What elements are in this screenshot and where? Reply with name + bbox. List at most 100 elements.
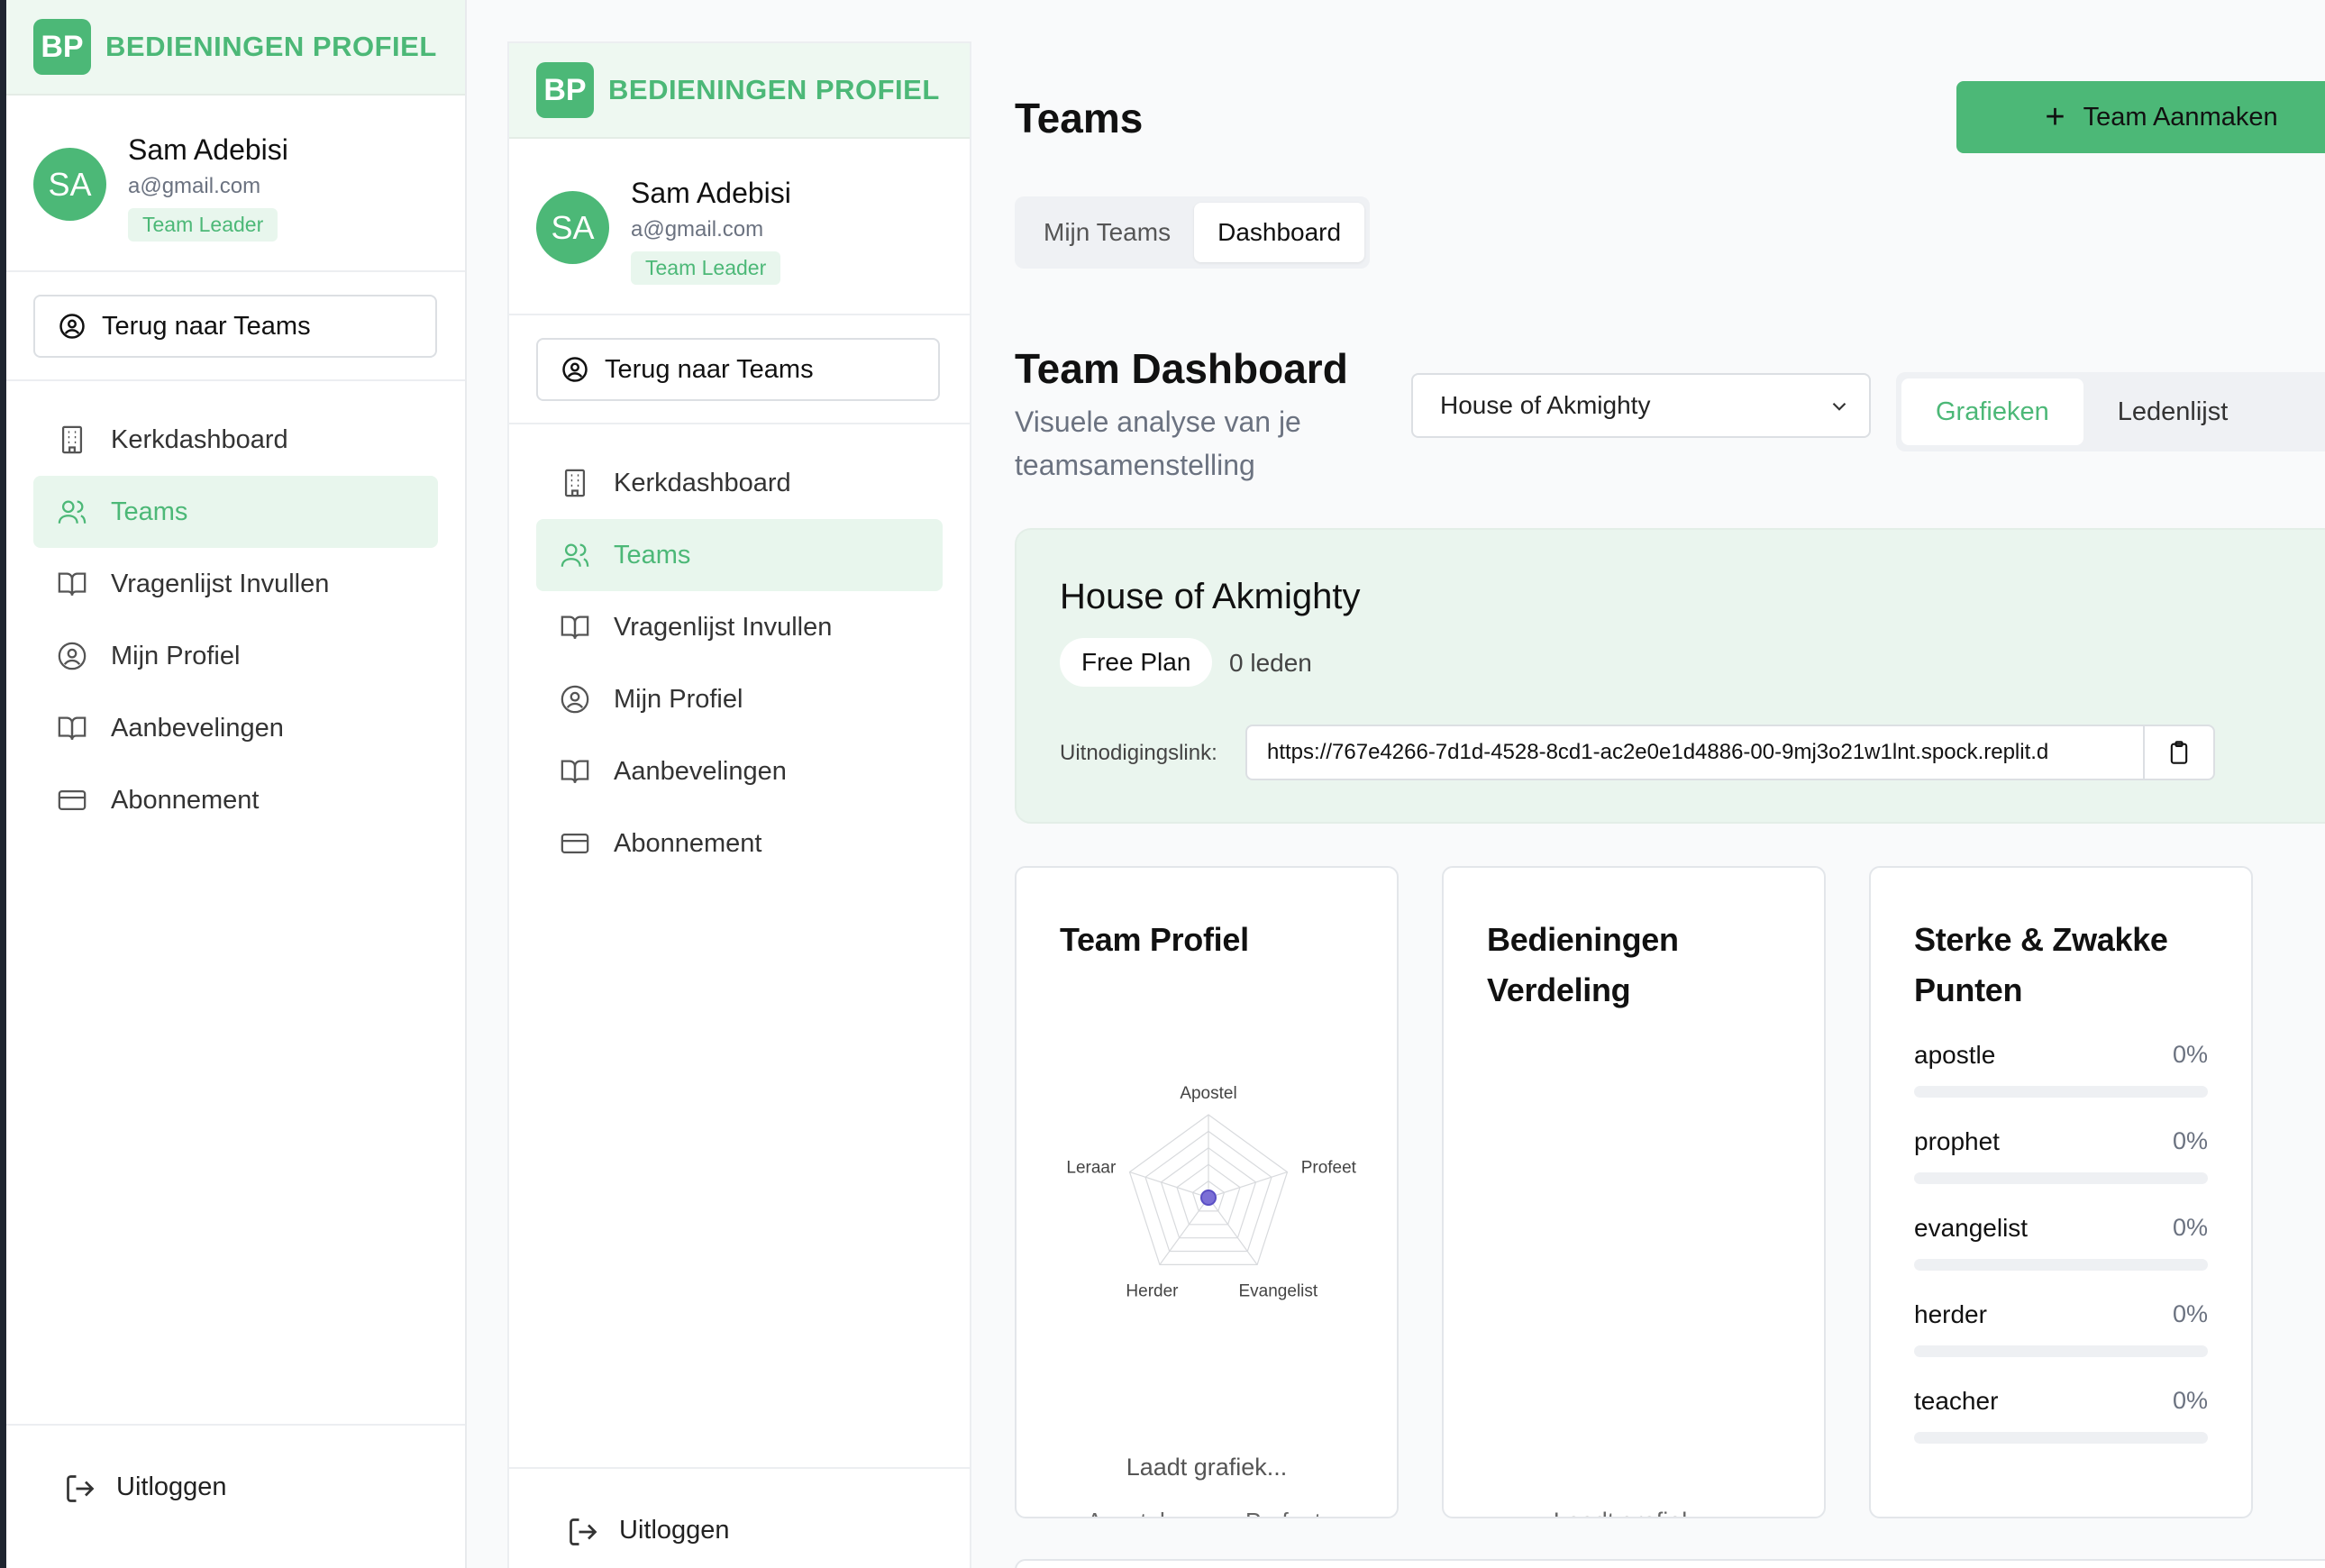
ministry-label: evangelist xyxy=(1914,1214,2029,1242)
sidebar-header: BP BEDIENINGEN PROFIEL xyxy=(6,0,465,96)
tab-mijn-teams[interactable]: Mijn Teams xyxy=(1020,203,1194,262)
sidebar-item-label: Kerkdashboard xyxy=(614,468,791,497)
distribution-card: Bedieningen Verdeling Laadt grafiek... xyxy=(1442,866,1826,1518)
tab-dashboard[interactable]: Dashboard xyxy=(1194,203,1365,262)
book-icon xyxy=(561,760,589,783)
team-profile-card: Team Profiel Apostel Profeet Evangelist Her… xyxy=(1015,866,1399,1518)
ministry-percentage: 0% xyxy=(2172,1300,2208,1327)
chevron-down-icon xyxy=(1832,402,1846,411)
sidebar-nav: Kerkdashboard Teams Vragenlijst Invullen… xyxy=(6,381,465,859)
strengths-list: apostle 0% prophet 0% evangelist 0% herder 0… xyxy=(1914,1041,2208,1473)
radar-axis-label: Profeet xyxy=(1301,1159,1357,1178)
sidebar-item-label: Kerkdashboard xyxy=(111,424,288,454)
ministry-label: prophet xyxy=(1914,1127,2000,1155)
team-name: House of Akmighty xyxy=(1060,577,1361,616)
ministry-percentage: 0% xyxy=(2172,1041,2208,1068)
ministry-label: herder xyxy=(1914,1300,1987,1328)
radar-axis-label: Herder xyxy=(1126,1281,1179,1300)
create-team-label: Team Aanmaken xyxy=(2083,102,2278,132)
strengths-weaknesses-card: Sterke & Zwakke Punten apostle 0% prophet… xyxy=(1869,866,2253,1518)
team-select[interactable]: House of Akmighty xyxy=(1411,373,1871,438)
radar-axis-label: Apostel xyxy=(1180,1084,1236,1103)
plan-badge: Free Plan xyxy=(1060,638,1213,687)
building-icon xyxy=(564,469,586,497)
sidebar-item-label: Vragenlijst Invullen xyxy=(614,612,833,642)
sidebar-item-label: Vragenlijst Invullen xyxy=(111,569,330,598)
team-info-card: House of Akmighty Free Plan 0 leden Uitn… xyxy=(1015,528,2325,824)
back-to-teams-button[interactable]: Terug naar Teams xyxy=(33,295,437,358)
sidebar-item-label: Mijn Profiel xyxy=(614,684,743,714)
next-card xyxy=(1015,1559,2325,1568)
user-circle-icon xyxy=(561,685,589,714)
users-icon xyxy=(561,543,589,567)
sidebar-header: BP BEDIENINGEN PROFIEL xyxy=(509,43,970,139)
create-team-button[interactable]: + Team Aanmaken xyxy=(1956,81,2325,153)
logout-button[interactable]: Uitloggen xyxy=(509,1467,970,1568)
sidebar-item-teams[interactable]: Teams xyxy=(33,476,438,548)
card-title: Bedieningen Verdeling xyxy=(1487,921,1679,1008)
sidebar-item-vragenlijst[interactable]: Vragenlijst Invullen xyxy=(536,591,943,663)
sidebar-item-label: Aanbevelingen xyxy=(614,756,787,786)
back-to-teams-button[interactable]: Terug naar Teams xyxy=(536,338,940,401)
sidebar-item-aanbevelingen[interactable]: Aanbevelingen xyxy=(536,735,943,807)
cut-axis-label: Apostel xyxy=(1087,1508,1165,1517)
sidebar-item-kerkdashboard[interactable]: Kerkdashboard xyxy=(536,447,943,519)
list-item: teacher 0% xyxy=(1914,1387,2208,1473)
ministry-percentage: 0% xyxy=(2172,1214,2208,1241)
user-name: Sam Adebisi xyxy=(128,133,288,166)
sidebar-item-kerkdashboard[interactable]: Kerkdashboard xyxy=(33,404,438,476)
role-badge: Team Leader xyxy=(631,251,781,285)
page-title: Teams xyxy=(1015,95,1144,141)
progress-bar xyxy=(1914,1345,2208,1357)
user-circle-icon xyxy=(562,357,588,382)
sidebar-item-aanbevelingen[interactable]: Aanbevelingen xyxy=(33,692,438,764)
logout-button[interactable]: Uitloggen xyxy=(6,1424,465,1568)
ministry-percentage: 0% xyxy=(2172,1127,2208,1154)
sidebar-item-label: Mijn Profiel xyxy=(111,641,241,670)
role-badge: Team Leader xyxy=(128,208,278,242)
copy-link-button[interactable] xyxy=(2143,725,2215,780)
chart-loading-text: Laadt grafiek... xyxy=(1126,1454,1288,1481)
list-item: herder 0% xyxy=(1914,1300,2208,1387)
invite-link-label: Uitnodigingslink: xyxy=(1060,741,1217,765)
card-title: Sterke & Zwakke Punten xyxy=(1914,921,2168,1008)
sidebar-item-vragenlijst[interactable]: Vragenlijst Invullen xyxy=(33,548,438,620)
ministry-label: teacher xyxy=(1914,1387,1999,1415)
sidebar-item-label: Abonnement xyxy=(614,828,762,858)
window-edge xyxy=(0,0,6,1568)
cut-axis-label: Profeet xyxy=(1245,1508,1321,1517)
sidebar-item-mijn-profiel[interactable]: Mijn Profiel xyxy=(536,663,943,735)
tab-grafieken[interactable]: Grafieken xyxy=(1901,378,2083,445)
sidebar-nav: Kerkdashboard Teams Vragenlijst Invullen… xyxy=(509,424,970,902)
radar-axis-label: Evangelist xyxy=(1239,1281,1318,1300)
sidebar-item-abonnement[interactable]: Abonnement xyxy=(536,807,943,880)
chart-loading-text: Laadt grafiek... xyxy=(1444,1508,1824,1517)
user-circle-icon xyxy=(58,642,87,670)
app-logo: BP xyxy=(33,19,91,75)
sidebar-item-teams[interactable]: Teams xyxy=(536,519,943,591)
logout-icon xyxy=(67,1475,95,1502)
ministry-label: apostle xyxy=(1914,1041,1996,1069)
sidebar-item-mijn-profiel[interactable]: Mijn Profiel xyxy=(33,620,438,692)
radar-data-point xyxy=(1200,1190,1217,1206)
progress-bar xyxy=(1914,1086,2208,1098)
sidebar-item-abonnement[interactable]: Abonnement xyxy=(33,764,438,836)
member-count: 0 leden xyxy=(1229,649,1312,677)
avatar: SA xyxy=(33,148,106,221)
user-panel: SA Sam Adebisi a@gmail.com Team Leader xyxy=(6,96,465,272)
user-name: Sam Adebisi xyxy=(631,177,791,209)
logout-label: Uitloggen xyxy=(619,1516,730,1545)
app-logo: BP xyxy=(536,62,594,118)
user-email: a@gmail.com xyxy=(128,174,261,198)
user-panel: SA Sam Adebisi a@gmail.com Team Leader xyxy=(509,139,970,315)
back-to-teams-label: Terug naar Teams xyxy=(102,311,311,341)
invite-link-field[interactable] xyxy=(1245,725,2145,780)
dashboard-title: Team Dashboard xyxy=(1015,345,1348,392)
user-email: a@gmail.com xyxy=(631,217,764,242)
credit-card-icon xyxy=(58,789,87,811)
tab-ledenlijst[interactable]: Ledenlijst xyxy=(2083,378,2263,445)
radar-axis-label: Leraar xyxy=(1066,1159,1117,1178)
logout-label: Uitloggen xyxy=(116,1472,227,1501)
sidebar-item-label: Aanbevelingen xyxy=(111,713,284,743)
book-icon xyxy=(561,615,589,639)
